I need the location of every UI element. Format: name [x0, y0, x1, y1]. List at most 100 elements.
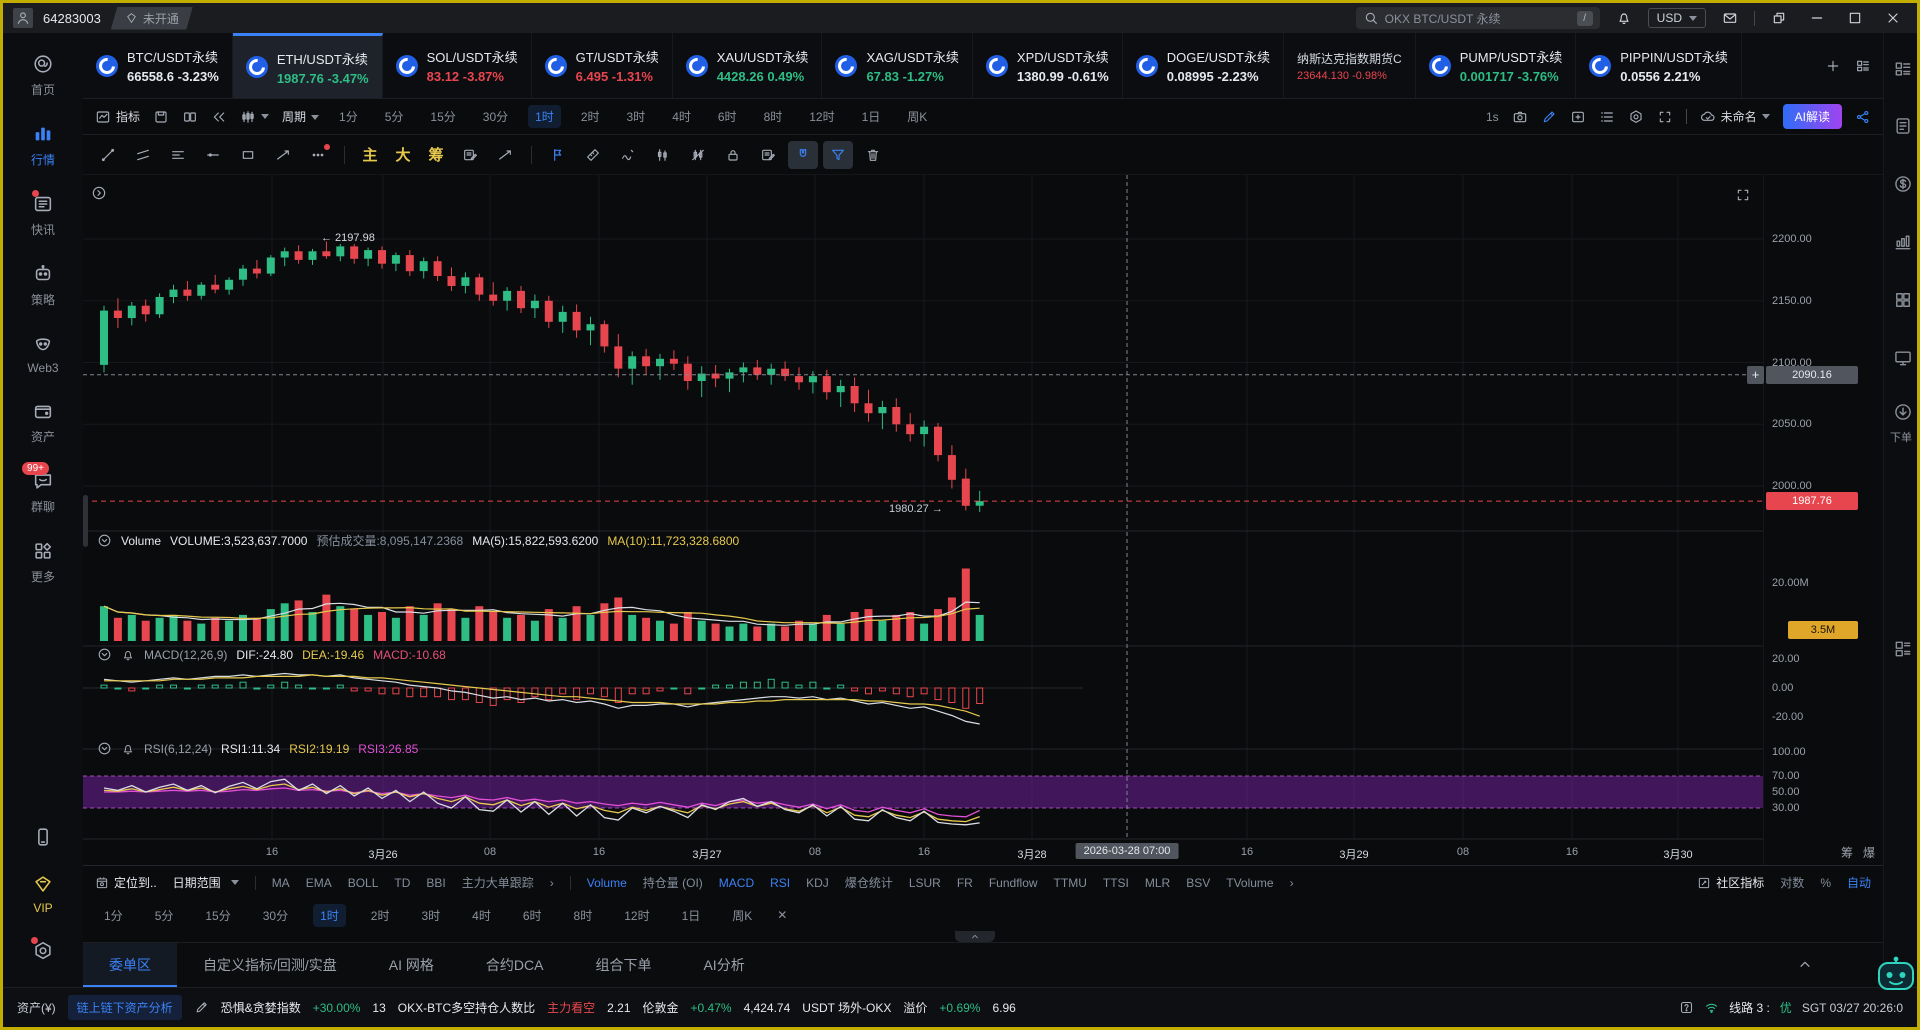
compare-layout-button[interactable]	[182, 109, 198, 125]
legend-expand-button[interactable]	[91, 185, 107, 201]
indicator-item[interactable]: 自动	[1847, 874, 1871, 891]
glyph-button-1[interactable]: 大	[389, 144, 417, 165]
sidebar-item-首页[interactable]: 首页	[31, 53, 55, 98]
wifi-icon[interactable]	[1704, 1000, 1719, 1015]
interval-button[interactable]: 1分	[97, 904, 130, 927]
sidebar-item-更多[interactable]: 更多	[31, 540, 55, 585]
search-input[interactable]: OKX BTC/USDT 永续 /	[1355, 7, 1600, 29]
collapse-handle[interactable]	[955, 931, 995, 942]
layout-menu[interactable]: 未命名	[1700, 108, 1770, 125]
sidebar-item-资产[interactable]: 资产	[31, 400, 55, 445]
ticker-tab[interactable]: BTC/USDT永续 66558.6 -3.23%	[83, 33, 233, 98]
indicator-item[interactable]: 日期范围	[173, 874, 239, 891]
interval-button[interactable]: 12时	[617, 904, 656, 927]
period-button[interactable]: 1日	[855, 105, 888, 128]
interval-button[interactable]: 1日	[675, 904, 708, 927]
notifications-button[interactable]	[1610, 6, 1638, 30]
interval-button[interactable]: 1时	[313, 903, 346, 927]
sidebar-item-phone[interactable]	[32, 826, 54, 848]
interval-button[interactable]: 周K	[725, 904, 759, 927]
axis-toggle-buttons[interactable]: 筹爆	[1841, 844, 1875, 861]
interval-button[interactable]: 4时	[465, 904, 498, 927]
ticker-tab[interactable]: GT/USDT永续 6.495 -1.31%	[532, 33, 673, 98]
ticker-tab[interactable]: PUMP/USDT永续 0.001717 -3.76%	[1416, 33, 1577, 98]
period-button[interactable]: 6时	[711, 105, 744, 128]
sidebar-item-群聊[interactable]: 群聊 99+	[22, 462, 55, 515]
indicator-item[interactable]: Volume	[587, 876, 627, 890]
chev-circle-icon[interactable]	[97, 647, 112, 662]
indicator-item[interactable]: FR	[957, 876, 973, 890]
period-button[interactable]: 周K	[900, 105, 934, 128]
price-axis[interactable]: 2200.00 2150.00 2100.00 2050.00 2000.00 20.00…	[1747, 175, 1881, 865]
indicator-item[interactable]: 主力大单跟踪	[462, 874, 534, 891]
add-ticker-button[interactable]	[1825, 58, 1841, 74]
period-button[interactable]: 1分	[332, 105, 365, 128]
sidebar-item-行情[interactable]: 行情	[31, 123, 55, 168]
notes-button[interactable]	[753, 141, 783, 169]
indicator-item[interactable]: TTMU	[1054, 876, 1087, 890]
trend-line-button[interactable]	[268, 141, 298, 169]
line-tool-button[interactable]	[93, 141, 123, 169]
period-button[interactable]: 4时	[665, 105, 698, 128]
period-button[interactable]: 12时	[802, 105, 841, 128]
brush-button[interactable]	[613, 141, 643, 169]
tab-组合下单[interactable]: 组合下单	[569, 943, 677, 987]
axis-toggle[interactable]: 筹	[1841, 844, 1853, 861]
delete-drawings-button[interactable]	[858, 141, 888, 169]
tab-合约DCA[interactable]: 合约DCA	[460, 943, 570, 987]
share-button[interactable]	[1855, 109, 1871, 125]
glyph-button-2[interactable]: 筹	[422, 144, 450, 165]
ai-assistant-mascot[interactable]	[1875, 953, 1917, 995]
order-plus-handle[interactable]: +	[1747, 365, 1764, 384]
period-button[interactable]: 8时	[757, 105, 790, 128]
pencil-icon[interactable]	[194, 1000, 209, 1015]
indicator-item[interactable]: LSUR	[909, 876, 941, 890]
sidebar-item-VIP[interactable]: VIP	[32, 873, 54, 915]
period-button[interactable]: 30分	[476, 105, 515, 128]
rectangle-tool-button[interactable]	[233, 141, 263, 169]
indicator-item[interactable]: 持仓量 (OI)	[643, 874, 703, 891]
indicator-item[interactable]: TTSI	[1103, 876, 1129, 890]
interval-button[interactable]: 3时	[414, 904, 447, 927]
ticker-list-button[interactable]	[1855, 58, 1871, 74]
interval-button[interactable]: 2时	[364, 904, 397, 927]
interval-button[interactable]: 5分	[148, 904, 181, 927]
axis-toggle[interactable]: 爆	[1863, 844, 1875, 861]
fullscreen-button[interactable]	[1657, 109, 1673, 125]
left-scroll-handle[interactable]	[83, 495, 88, 547]
interval-button[interactable]: 15分	[198, 904, 237, 927]
measure-button[interactable]	[578, 141, 608, 169]
glyph-button-0[interactable]: 主	[356, 144, 384, 165]
ticker-tab[interactable]: XAU/USDT永续 4428.26 0.49%	[673, 33, 823, 98]
horizontal-lines-button[interactable]	[163, 141, 193, 169]
tab-AI 网格[interactable]: AI 网格	[363, 943, 460, 987]
maximize-button[interactable]	[1841, 6, 1869, 30]
arrow-line-button[interactable]	[490, 141, 520, 169]
collapse-panel-button[interactable]	[1797, 957, 1813, 973]
chart-canvas[interactable]: Volume VOLUME:3,523,637.7000 预估成交量:8,095,1…	[83, 175, 1763, 865]
indicator-item[interactable]: BOLL	[348, 876, 379, 890]
mail-button[interactable]	[1716, 6, 1744, 30]
question-icon[interactable]	[1679, 1000, 1694, 1015]
chart-settings-button[interactable]	[1628, 109, 1644, 125]
price-flag-button[interactable]	[543, 141, 573, 169]
indicator-item[interactable]: RSI	[770, 876, 790, 890]
period-button[interactable]: 1时	[528, 105, 561, 128]
indicator-item[interactable]: Fundflow	[989, 876, 1038, 890]
tab-自定义指标/回测/实盘[interactable]: 自定义指标/回测/实盘	[177, 943, 363, 987]
more-tools-button[interactable]	[303, 141, 333, 169]
ticker-tab[interactable]: SOL/USDT永续 83.12 -3.87%	[383, 33, 532, 98]
screener-panel-button[interactable]	[1892, 347, 1914, 369]
ai-explain-button[interactable]: AI解读	[1782, 104, 1842, 129]
period-menu[interactable]: 周期	[282, 108, 320, 125]
annotate-button[interactable]	[1541, 109, 1557, 125]
trades-panel-button[interactable]	[1892, 173, 1914, 195]
add-pane-button[interactable]	[1570, 109, 1586, 125]
template-button[interactable]	[455, 141, 485, 169]
ticker-tab[interactable]: DOGE/USDT永续 0.08995 -2.23%	[1123, 33, 1285, 98]
screenshot-button[interactable]	[1512, 109, 1528, 125]
indicator-item[interactable]: %	[1820, 876, 1831, 890]
place-order-button[interactable]	[1892, 401, 1914, 423]
replay-button[interactable]	[211, 109, 227, 125]
close-button[interactable]	[1879, 6, 1907, 30]
